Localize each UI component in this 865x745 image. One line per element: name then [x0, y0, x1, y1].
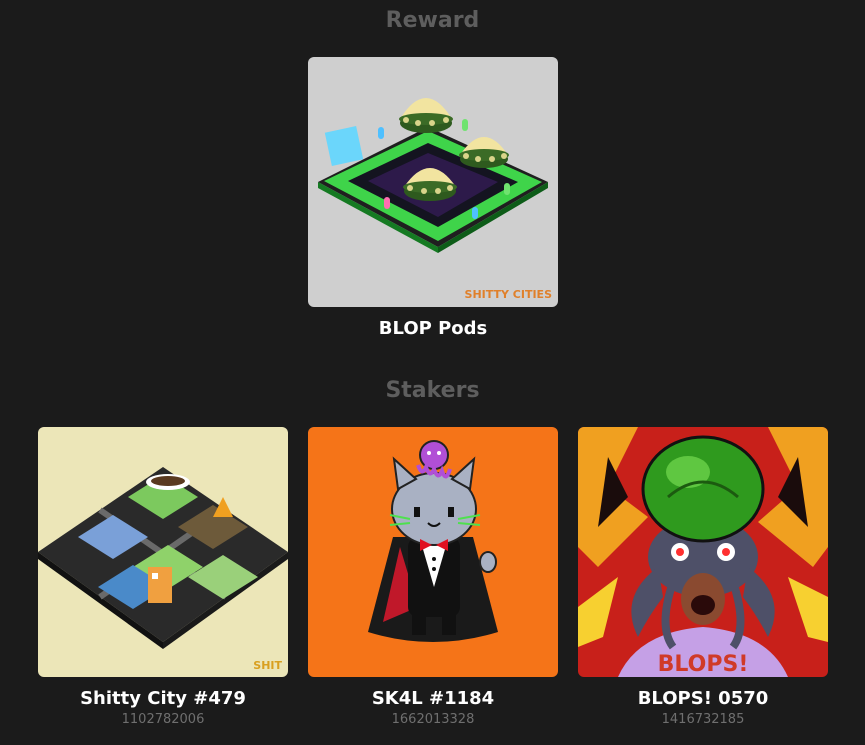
staker-card[interactable]: BLOPS! BLOPS! 0570 1416732185 — [578, 427, 828, 728]
shitty-city-image[interactable]: SHIT — [38, 427, 288, 677]
staker-card[interactable]: SK4L #1184 1662013328 — [308, 427, 558, 728]
reward-heading: Reward — [385, 8, 480, 33]
svg-text:SHIT: SHIT — [253, 659, 282, 672]
staker-name: Shitty City #479 — [80, 688, 246, 709]
reward-card[interactable]: SHITTY CITIES BLOP Pods — [308, 57, 558, 340]
staker-name: BLOPS! 0570 — [637, 688, 769, 709]
svg-text:BLOPS!: BLOPS! — [658, 652, 749, 677]
staker-id: 1102782006 — [121, 712, 205, 727]
blops-image[interactable]: BLOPS! — [578, 427, 828, 677]
staker-id: 1662013328 — [391, 712, 475, 727]
sk4l-image[interactable] — [308, 427, 558, 677]
staker-card[interactable]: SHIT Shitty City #479 1102782006 — [38, 427, 288, 728]
blop-pods-image[interactable]: SHITTY CITIES — [308, 57, 558, 307]
reward-name: BLOP Pods — [378, 318, 488, 339]
svg-text:SHITTY CITIES: SHITTY CITIES — [465, 288, 553, 301]
staker-id: 1416732185 — [661, 712, 745, 727]
stakers-heading: Stakers — [385, 378, 480, 403]
staker-name: SK4L #1184 — [371, 688, 495, 709]
